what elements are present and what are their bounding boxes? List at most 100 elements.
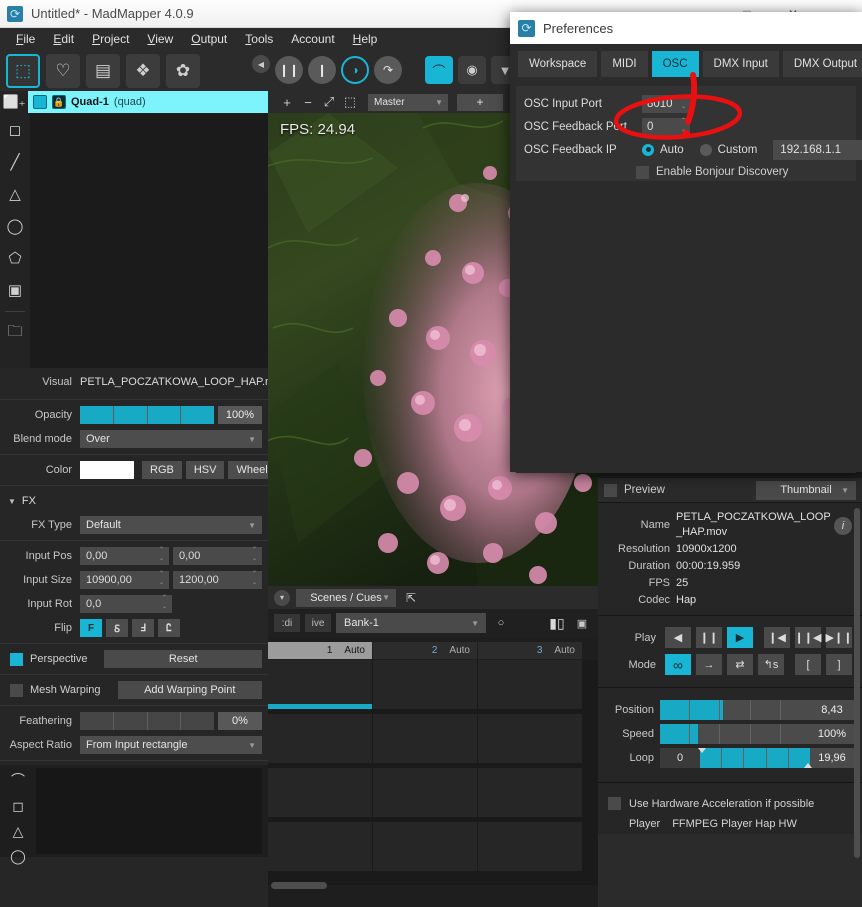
preview-panel-scrollbar[interactable]: [854, 508, 860, 858]
layer-color-swatch[interactable]: [33, 95, 47, 109]
loop-mode-button[interactable]: ∞: [665, 654, 691, 675]
cue-cell[interactable]: [373, 768, 477, 817]
cue-column-3[interactable]: 3 Auto: [478, 642, 582, 659]
media-tool-icon[interactable]: ▤: [86, 53, 120, 88]
cue-cell[interactable]: [478, 768, 582, 817]
zoom-in-icon[interactable]: +: [278, 93, 296, 111]
add-quad-tool-icon[interactable]: ◻: [4, 119, 26, 141]
flip-vertical-button[interactable]: ꓞ: [132, 619, 154, 637]
loop-range-slider[interactable]: [698, 748, 812, 768]
menu-output[interactable]: Output: [182, 32, 236, 46]
lock-icon[interactable]: 🔒: [52, 95, 66, 109]
speed-value[interactable]: 100%: [810, 724, 854, 744]
add-group-tool-icon[interactable]: 🗀: [4, 322, 26, 344]
hw-accel-checkbox[interactable]: [608, 797, 621, 810]
color-swatch[interactable]: [80, 461, 134, 479]
step-forward-button[interactable]: ▶❙❙: [826, 627, 852, 648]
add-polygon-tool-icon[interactable]: ⬠: [4, 247, 26, 269]
opacity-value[interactable]: 100%: [218, 406, 262, 424]
zoom-out-icon[interactable]: −: [299, 93, 317, 111]
tab-midi[interactable]: MIDI: [601, 51, 648, 77]
scenes-dropdown[interactable]: Scenes / Cues: [296, 588, 396, 607]
custom-ip-field[interactable]: 192.168.1.1: [773, 139, 862, 160]
cue-column-2[interactable]: 2 Auto: [373, 642, 477, 659]
eye-visibility-icon[interactable]: ◉: [458, 56, 486, 84]
tab-edit[interactable]: :di: [274, 614, 300, 632]
record-icon[interactable]: ○: [491, 613, 511, 633]
tab-workspace[interactable]: Workspace: [518, 51, 598, 77]
grid-view-icon[interactable]: ▣: [572, 613, 592, 633]
bonjour-checkbox[interactable]: [636, 165, 649, 179]
half-circle-button[interactable]: ◑: [341, 56, 369, 84]
cue-button[interactable]: ❙: [308, 56, 336, 84]
menu-edit[interactable]: Edit: [44, 32, 83, 46]
modules-tool-icon[interactable]: ❖: [126, 53, 160, 88]
feathering-slider[interactable]: [80, 712, 214, 730]
wheel-button[interactable]: Wheel: [228, 461, 268, 479]
visual-value[interactable]: PETLA_POCZATKOWA_LOOP_HAP.m: [80, 376, 268, 388]
auto-radio[interactable]: [642, 143, 654, 156]
settings-tool-icon[interactable]: ✿: [166, 53, 200, 88]
loop-in-button[interactable]: [: [795, 654, 821, 675]
collapse-left-panel-icon[interactable]: ◀: [252, 55, 270, 73]
menu-project[interactable]: Project: [83, 32, 138, 46]
snap-toggle-icon[interactable]: ⌒: [425, 56, 453, 84]
blend-mode-dropdown[interactable]: Over: [80, 430, 262, 448]
play-reverse-button[interactable]: ◀: [665, 627, 691, 648]
pingpong-mode-button[interactable]: ⇄: [727, 654, 753, 675]
pause-button[interactable]: ❙❙: [696, 627, 722, 648]
tab-dmx-output[interactable]: DMX Output: [782, 51, 862, 77]
input-pos-x-field[interactable]: 0,00: [80, 546, 169, 565]
cue-cell[interactable]: [478, 822, 582, 871]
mesh-warping-checkbox[interactable]: [10, 683, 23, 697]
add-warping-point-button[interactable]: Add Warping Point: [117, 681, 262, 699]
bank-dropdown[interactable]: Bank-1: [336, 613, 486, 633]
aspect-ratio-dropdown[interactable]: From Input rectangle: [80, 736, 262, 754]
cue-cell[interactable]: [373, 660, 477, 709]
cue-grid[interactable]: [268, 660, 600, 885]
lights-tool-icon[interactable]: ♡: [46, 53, 80, 88]
add-cube-tool-icon[interactable]: ▣: [4, 279, 26, 301]
jump-start-button[interactable]: ❙◀: [764, 627, 790, 648]
mask-add-curve-icon[interactable]: ⌒: [7, 770, 29, 790]
mask-add-rect-icon[interactable]: ◻: [7, 798, 29, 815]
mask-list[interactable]: [36, 768, 262, 854]
position-value[interactable]: 8,43: [810, 700, 854, 720]
custom-radio[interactable]: [699, 143, 712, 156]
reset-button[interactable]: Reset: [104, 650, 262, 668]
opacity-slider[interactable]: [80, 406, 214, 424]
redo-button[interactable]: ↷: [374, 56, 402, 84]
add-circle-tool-icon[interactable]: ◯: [4, 215, 26, 237]
loop-end-value[interactable]: 19,96: [810, 748, 854, 768]
input-size-h-field[interactable]: 1200,00: [173, 570, 262, 589]
add-line-tool-icon[interactable]: ╱: [4, 151, 26, 173]
add-shape-icon[interactable]: ⬜₊: [0, 91, 28, 113]
cue-horizontal-scrollbar[interactable]: [271, 882, 327, 889]
hsv-button[interactable]: HSV: [185, 461, 225, 479]
cue-cell[interactable]: [478, 714, 582, 763]
scenes-collapse-icon[interactable]: ▾: [274, 589, 290, 606]
once-mode-button[interactable]: →: [696, 654, 722, 675]
cue-cell[interactable]: [268, 660, 372, 709]
position-slider[interactable]: [660, 700, 810, 720]
feathering-value[interactable]: 0%: [218, 712, 262, 730]
loop-out-button[interactable]: ]: [826, 654, 852, 675]
pause-button[interactable]: ❙❙: [275, 56, 303, 84]
menu-help[interactable]: Help: [344, 32, 387, 46]
mask-add-circle-icon[interactable]: ◯: [7, 848, 29, 865]
cue-cell[interactable]: [373, 714, 477, 763]
add-triangle-tool-icon[interactable]: △: [4, 183, 26, 205]
input-pos-y-field[interactable]: 0,00: [173, 546, 262, 565]
menu-tools[interactable]: Tools: [236, 32, 282, 46]
add-output-button[interactable]: +: [457, 93, 503, 111]
layer-item-quad-1[interactable]: 🔒 Quad-1 (quad): [28, 91, 268, 113]
fit-screen-icon[interactable]: ⤢: [320, 93, 338, 111]
cue-bars-icon[interactable]: ▮▯: [547, 613, 567, 633]
cue-cell[interactable]: [268, 768, 372, 817]
select-region-icon[interactable]: ⬚: [341, 93, 359, 111]
tab-dmx-input[interactable]: DMX Input: [702, 51, 779, 77]
flip-none-button[interactable]: F: [80, 619, 102, 637]
flip-horizontal-button[interactable]: Ꟙ: [106, 619, 128, 637]
mask-add-triangle-icon[interactable]: △: [7, 823, 29, 840]
cue-cell[interactable]: [478, 660, 582, 709]
